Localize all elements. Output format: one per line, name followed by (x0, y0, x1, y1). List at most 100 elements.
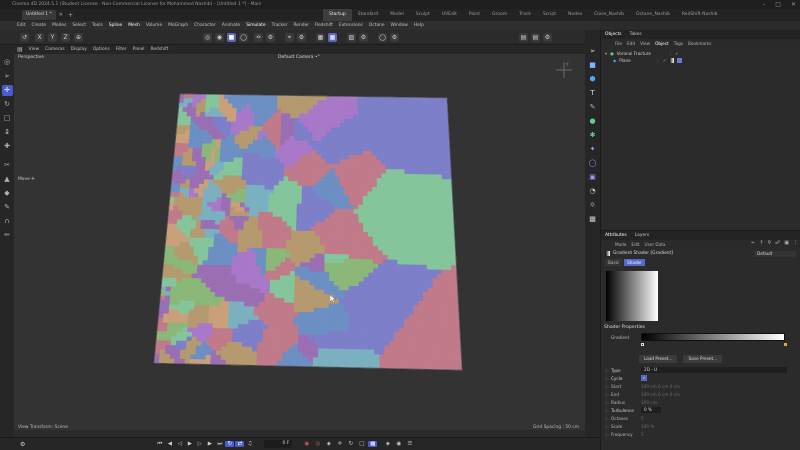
search-icon[interactable]: ⚲ (768, 240, 772, 246)
menu-animate[interactable]: Animate (219, 21, 243, 30)
prev-frame-icon[interactable]: ◁ (175, 441, 184, 447)
autokey-icon[interactable]: ◎ (313, 441, 322, 447)
sound-icon[interactable]: ♫ (245, 441, 254, 447)
viewport-menu-cameras[interactable]: Cameras (42, 45, 68, 54)
effector-icon[interactable]: ▣ (588, 172, 598, 182)
tool-settings-icon[interactable]: ⚙ (359, 32, 368, 42)
tab-layers[interactable]: Layers (635, 231, 650, 240)
render-active-icon[interactable]: ▤ (531, 32, 540, 42)
axis-y-icon[interactable]: Y (48, 32, 57, 42)
property-value[interactable]: 5 (641, 416, 644, 421)
menu-modes[interactable]: Modes (49, 21, 69, 30)
mode-dropdown[interactable]: Default (754, 250, 796, 257)
paint-tool-icon[interactable]: ✏ (2, 230, 13, 241)
lock-icon[interactable]: ◯ (378, 32, 387, 42)
expand-icon[interactable]: ▾ (605, 51, 607, 56)
property-dot-icon[interactable]: ○ (605, 408, 609, 413)
property-value[interactable]: 100 % (641, 424, 654, 429)
cube-object-icon[interactable]: ■ (588, 60, 598, 70)
viewport-menu-panel[interactable]: Panel (130, 45, 148, 54)
property-dot-icon[interactable]: ○ (605, 400, 609, 405)
rotate-tool-icon[interactable]: ↻ (2, 99, 13, 110)
prev-key-icon[interactable]: ◀ (165, 441, 174, 447)
texture-tag-icon[interactable] (677, 58, 683, 63)
add-tab-icon[interactable]: + (68, 12, 73, 19)
object-row-voronoi[interactable]: ▾ ● Voronoi Fracture ⋮ ✓ (601, 50, 800, 57)
grid-snap-icon[interactable]: ▦ (316, 32, 325, 42)
objects-menu-view[interactable]: View (640, 41, 650, 46)
layout-tab-track[interactable]: Track (513, 9, 537, 21)
tab-takes[interactable]: Takes (630, 30, 642, 39)
timeline-settings-icon[interactable]: ⚙ (20, 441, 25, 448)
scale-tool-icon[interactable]: □ (2, 113, 13, 124)
attributes-menu-edit[interactable]: Edit (631, 242, 639, 247)
object-name[interactable]: Plane (619, 58, 631, 63)
keyframe-icon[interactable]: ◈ (324, 441, 333, 447)
enabled-check-icon[interactable]: ✓ (675, 51, 679, 56)
knife-tool-icon[interactable]: ✂ (2, 160, 13, 171)
menu-tools[interactable]: Tools (89, 21, 106, 30)
close-icon[interactable]: ✕ (791, 1, 796, 8)
objects-menu-edit[interactable]: Edit (627, 41, 635, 46)
menu-mograph[interactable]: MoGraph (165, 21, 191, 30)
field-icon[interactable]: ◯ (588, 158, 598, 168)
menu-tracker[interactable]: Tracker (269, 21, 291, 30)
mograph-cloner-icon[interactable]: ● (588, 116, 598, 126)
property-value[interactable]: 0 % (641, 407, 661, 413)
go-to-start-icon[interactable]: ⏮ (155, 441, 164, 448)
up-arrow-icon[interactable]: ↑ (759, 240, 763, 246)
cube-blue-icon[interactable]: ⬢ (588, 74, 598, 84)
property-dot-icon[interactable]: ○ (605, 368, 609, 373)
load-preset-button[interactable]: Load Preset... (639, 355, 678, 363)
text-tool-icon[interactable]: T (588, 88, 598, 98)
redshift-icon[interactable]: ⚙ (390, 32, 399, 42)
property-dot-icon[interactable]: ○ (605, 416, 609, 421)
voronoi-plane[interactable] (14, 54, 585, 430)
cube-icon[interactable]: ■ (227, 32, 236, 42)
layout-tab-close-nashib[interactable]: Close_Nashib (588, 9, 630, 21)
render-view-icon[interactable]: ◎ (203, 32, 212, 42)
layout-tab-uvedit[interactable]: UVEdit (436, 9, 463, 21)
settings-icon[interactable]: ⚙ (266, 32, 275, 42)
rotation-key-icon[interactable]: ↻ (346, 441, 355, 447)
visibility-dots-icon[interactable]: ⋮ (656, 58, 660, 63)
property-dot-icon[interactable]: ○ (605, 424, 609, 429)
property-value[interactable]: 1 (641, 432, 644, 437)
minimize-icon[interactable]: – (762, 1, 765, 8)
layout-tab-groom[interactable]: Groom (486, 9, 513, 21)
layout-tab-startup[interactable]: Startup (323, 9, 352, 21)
bevel-tool-icon[interactable]: ◆ (2, 188, 13, 199)
next-key-icon[interactable]: ▶ (205, 441, 214, 447)
scene-icon[interactable]: ◔ (588, 186, 598, 196)
object-row-plane[interactable]: ◆ Plane ⋮ ✓ (601, 57, 800, 64)
object-name[interactable]: Voronoi Fracture (617, 51, 651, 56)
visibility-dots-icon[interactable]: ⋮ (668, 51, 672, 56)
brush-tool-icon[interactable]: ✎ (2, 202, 13, 213)
move-tool-icon[interactable]: ✛ (1, 85, 13, 96)
property-dot-icon[interactable]: ○ (605, 376, 609, 381)
document-tab[interactable]: Untitled 1 * (22, 10, 56, 20)
menu-render[interactable]: Render (290, 21, 312, 30)
gradient-knot-right[interactable] (784, 343, 787, 346)
axis-tool-icon[interactable]: ↨ (2, 127, 13, 138)
workplane-icon[interactable]: ▦ (328, 32, 337, 42)
property-value[interactable]: ✓ (641, 375, 647, 381)
timeline-window-icon[interactable]: ☰ (405, 441, 414, 447)
layout-tab-nodes[interactable]: Nodes (562, 9, 588, 21)
attributes-menu-user-data[interactable]: User Data (645, 242, 666, 247)
generator-icon[interactable]: ✱ (588, 130, 598, 140)
menu-mesh[interactable]: Mesh (125, 21, 143, 30)
layout-tab-script[interactable]: Script (537, 9, 562, 21)
objects-menu-tags[interactable]: Tags (674, 41, 683, 46)
render-settings-icon[interactable]: ⚙ (543, 32, 552, 42)
subtab-basic[interactable]: Basic (605, 259, 623, 266)
new-panel-icon[interactable]: ▣ (784, 240, 789, 246)
pen-tool-icon[interactable]: ✎ (588, 102, 598, 112)
menu-window[interactable]: Window (388, 21, 411, 30)
axis-x-icon[interactable]: X (35, 32, 44, 42)
viewport-menu-options[interactable]: Options (90, 45, 113, 54)
tab-objects[interactable]: Objects (605, 30, 622, 39)
save-preset-button[interactable]: Save Preset... (683, 355, 723, 363)
property-dot-icon[interactable]: ○ (605, 432, 609, 437)
objects-menu-bookmarks[interactable]: Bookmarks (688, 41, 711, 46)
